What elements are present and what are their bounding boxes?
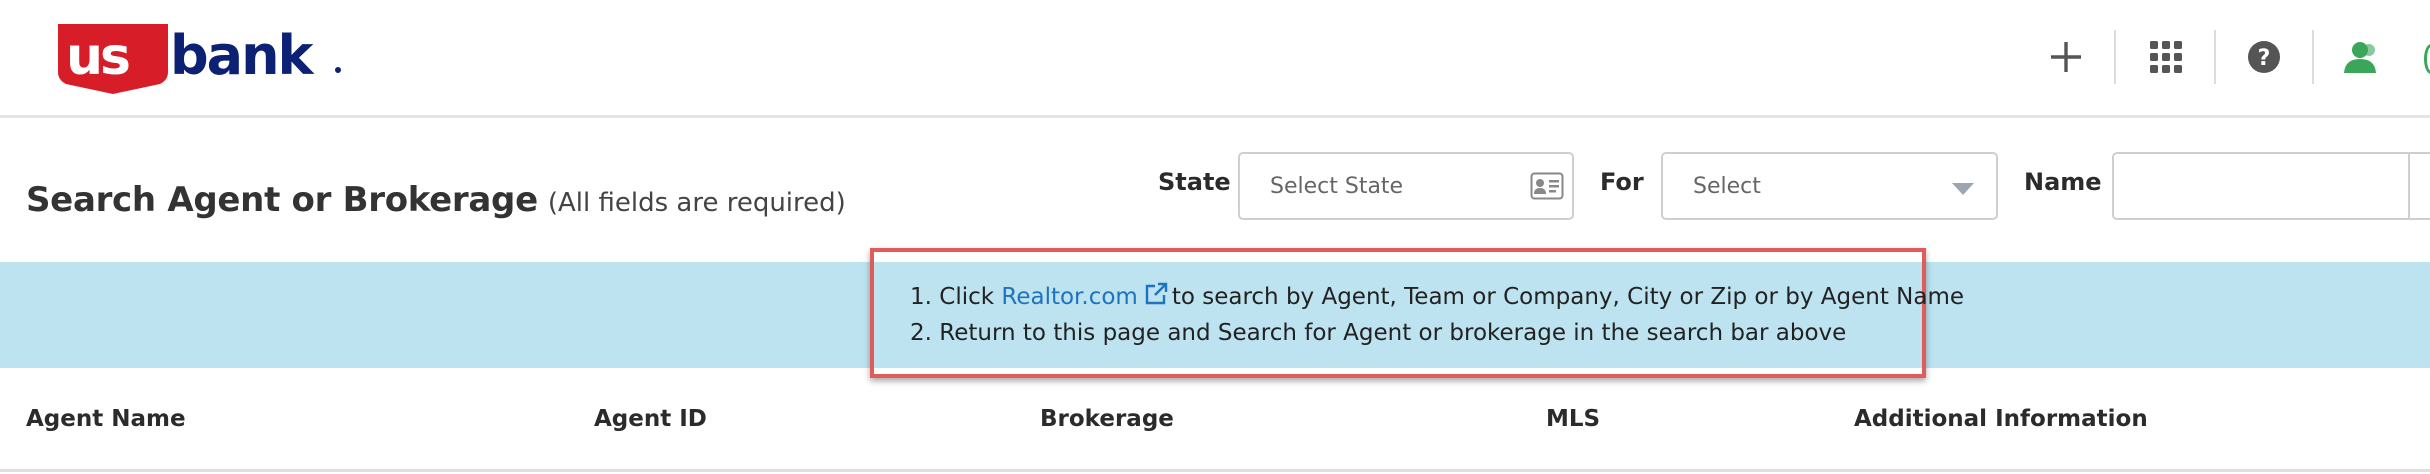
state-placeholder: Select State <box>1270 174 1404 199</box>
for-placeholder: Select <box>1693 174 1761 199</box>
header-divider <box>2214 30 2216 84</box>
search-title: Search Agent or Brokerage <box>26 180 538 220</box>
add-button[interactable] <box>2034 30 2098 88</box>
column-header-brokerage[interactable]: Brokerage <box>1040 406 1174 432</box>
svg-text:us: us <box>66 27 129 87</box>
for-select[interactable]: Select <box>1661 152 1998 220</box>
name-input[interactable] <box>2114 154 2430 218</box>
external-link-icon[interactable] <box>1144 282 1168 312</box>
instruction-step-2: 2. Return to this page and Search for Ag… <box>910 320 1847 346</box>
search-subtitle: (All fields are required) <box>547 188 846 218</box>
profile-button[interactable] <box>2328 30 2392 88</box>
user-icon <box>2342 40 2378 79</box>
apps-button[interactable] <box>2134 30 2198 88</box>
state-label: State <box>1158 168 1231 196</box>
instructions-callout: 1. Click Realtor.com to search by Agent, … <box>870 248 1964 378</box>
for-label: For <box>1600 168 1644 196</box>
help-button[interactable]: ? <box>2232 30 2296 88</box>
instruction-step-1: 1. Click Realtor.com to search by Agent, … <box>910 282 1964 312</box>
usbank-logo[interactable]: us bank <box>58 22 344 96</box>
field-divider <box>2408 152 2410 220</box>
name-label: Name <box>2024 168 2102 196</box>
chevron-down-icon <box>1952 182 1974 200</box>
step1-prefix: 1. Click <box>910 284 995 310</box>
top-header: us bank ? <box>0 0 2430 118</box>
results-table-header: Agent Name Agent ID Brokerage MLS Additi… <box>0 368 2430 472</box>
svg-text:bank: bank <box>170 24 315 87</box>
page-title: Search Agent or Brokerage (All fields are… <box>26 180 846 220</box>
realtor-link[interactable]: Realtor.com <box>1001 284 1137 310</box>
column-header-agent-id[interactable]: Agent ID <box>594 406 707 432</box>
apps-grid-icon <box>2150 40 2182 78</box>
name-field[interactable] <box>2112 152 2430 220</box>
state-select[interactable]: Select State <box>1238 152 1574 220</box>
step1-suffix: to search by Agent, Team or Company, Cit… <box>1171 284 1965 310</box>
help-icon: ? <box>2247 40 2281 79</box>
status-indicator-icon <box>2424 44 2430 74</box>
column-header-mls[interactable]: MLS <box>1546 406 1600 432</box>
header-divider <box>2312 30 2314 84</box>
column-header-agent-name[interactable]: Agent Name <box>26 406 186 432</box>
column-header-additional-information[interactable]: Additional Information <box>1854 406 2148 432</box>
id-card-icon <box>1530 172 1564 205</box>
plus-icon <box>2049 40 2083 79</box>
header-divider <box>2114 30 2116 84</box>
svg-text:?: ? <box>2258 46 2271 71</box>
